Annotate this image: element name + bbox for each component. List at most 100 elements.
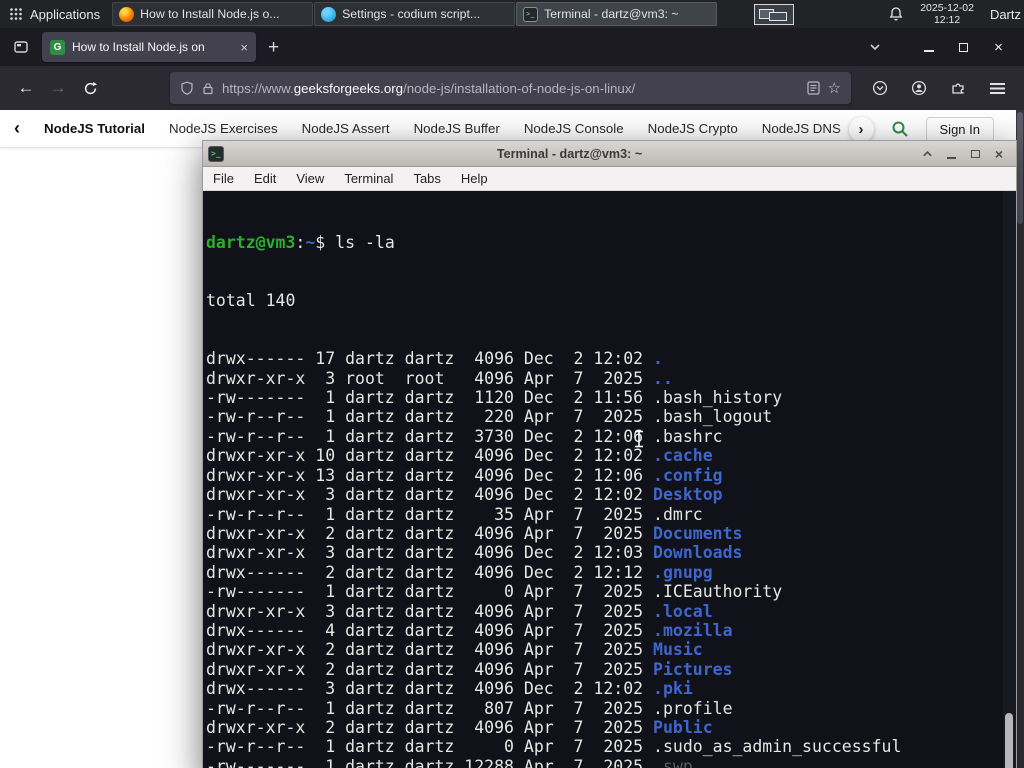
bookmark-star-icon[interactable]: ☆ bbox=[828, 79, 841, 97]
terminal-scrollbar[interactable] bbox=[1003, 191, 1016, 768]
gfg-nav-link[interactable]: NodeJS Crypto bbox=[648, 121, 738, 136]
file-meta: drwxr-xr-x 3 root root 4096 Apr 7 2025 bbox=[206, 368, 654, 388]
reload-button[interactable] bbox=[74, 73, 106, 103]
top-panel: Applications How to Install Node.js o...… bbox=[0, 0, 1024, 28]
file-name: .cache bbox=[653, 446, 713, 466]
notifications-bell-icon[interactable] bbox=[888, 6, 904, 22]
clock[interactable]: 2025-12-02 12:12 bbox=[920, 2, 974, 26]
file-row: -rw-r--r-- 1 dartz dartz 3730 Dec 2 12:0… bbox=[206, 427, 1001, 446]
clock-date: 2025-12-02 bbox=[920, 2, 974, 14]
terminal-menu-file[interactable]: File bbox=[203, 171, 244, 186]
file-meta: drwxr-xr-x 13 dartz dartz 4096 Dec 2 12:… bbox=[206, 465, 654, 485]
tab-bar: G How to Install Node.js on × + × bbox=[0, 28, 1024, 66]
back-button[interactable]: ← bbox=[10, 73, 42, 103]
terminal-close-button[interactable]: × bbox=[987, 143, 1011, 165]
file-meta: -rw------- 1 dartz dartz 0 Apr 7 2025 bbox=[206, 582, 654, 602]
nav-scroll-right-icon[interactable]: › bbox=[848, 116, 874, 142]
browser-maximize-button[interactable] bbox=[946, 34, 981, 60]
terminal-maximize-button[interactable] bbox=[963, 143, 987, 165]
file-row: -rw-r--r-- 1 dartz dartz 0 Apr 7 2025 .s… bbox=[206, 737, 1001, 756]
file-name: .swp bbox=[653, 756, 693, 768]
file-row: -rw------- 1 dartz dartz 12288 Apr 7 202… bbox=[206, 757, 1001, 768]
account-icon[interactable] bbox=[904, 73, 934, 103]
terminal-menu-terminal[interactable]: Terminal bbox=[334, 171, 403, 186]
gfg-nav-links: NodeJS Exercises NodeJS Assert NodeJS Buff… bbox=[169, 121, 897, 136]
prompt-userhost: dartz@vm3 bbox=[206, 232, 296, 252]
url-bar[interactable]: https://www.geeksforgeeks.org/node-js/in… bbox=[170, 72, 851, 104]
file-meta: drwxr-xr-x 3 dartz dartz 4096 Dec 2 12:0… bbox=[206, 485, 654, 505]
terminal-menu-view[interactable]: View bbox=[286, 171, 334, 186]
file-row: drwx------ 2 dartz dartz 4096 Dec 2 12:1… bbox=[206, 563, 1001, 582]
tab-close-icon[interactable]: × bbox=[240, 40, 248, 55]
file-row: drwxr-xr-x 2 dartz dartz 4096 Apr 7 2025… bbox=[206, 718, 1001, 737]
pocket-icon[interactable] bbox=[865, 73, 895, 103]
file-row: drwx------ 4 dartz dartz 4096 Apr 7 2025… bbox=[206, 621, 1001, 640]
file-meta: -rw------- 1 dartz dartz 12288 Apr 7 202… bbox=[206, 756, 654, 768]
browser-scrollbar[interactable] bbox=[1016, 110, 1024, 768]
listing-container: drwx------ 17 dartz dartz 4096 Dec 2 12:… bbox=[206, 349, 1001, 768]
gfg-nav-link[interactable]: NodeJS Assert bbox=[302, 121, 390, 136]
browser-tab[interactable]: G How to Install Node.js on × bbox=[42, 32, 256, 62]
gfg-nav-link[interactable]: NodeJS Buffer bbox=[414, 121, 500, 136]
file-row: drwxr-xr-x 13 dartz dartz 4096 Dec 2 12:… bbox=[206, 466, 1001, 485]
firefox-view-icon[interactable] bbox=[8, 34, 34, 60]
command-text: ls -la bbox=[335, 232, 395, 252]
file-name: .profile bbox=[653, 698, 733, 718]
file-meta: -rw-r--r-- 1 dartz dartz 35 Apr 7 2025 bbox=[206, 504, 654, 524]
terminal-minimize-button[interactable] bbox=[939, 143, 963, 165]
menu-icon[interactable] bbox=[982, 73, 1012, 103]
terminal-menu-tabs[interactable]: Tabs bbox=[403, 171, 450, 186]
new-tab-button[interactable]: + bbox=[268, 38, 279, 57]
terminal-window-title: Terminal - dartz@vm3: ~ bbox=[496, 146, 643, 161]
tracking-shield-icon[interactable] bbox=[180, 81, 194, 95]
file-meta: -rw-r--r-- 1 dartz dartz 3730 Dec 2 12:0… bbox=[206, 426, 654, 446]
sign-in-button[interactable]: Sign In bbox=[925, 116, 994, 142]
reader-mode-icon[interactable] bbox=[806, 81, 820, 95]
gfg-nav-link[interactable]: NodeJS Console bbox=[524, 121, 624, 136]
navigation-toolbar: ← → https://www.geeksforgeeks.org/node-j… bbox=[0, 66, 1024, 110]
file-name: .dmrc bbox=[653, 504, 703, 524]
list-all-tabs-icon[interactable] bbox=[869, 41, 881, 53]
file-row: drwxr-xr-x 3 dartz dartz 4096 Dec 2 12:0… bbox=[206, 485, 1001, 504]
browser-close-button[interactable]: × bbox=[981, 34, 1016, 60]
applications-menu-button[interactable]: Applications bbox=[0, 0, 112, 28]
taskbar-button[interactable]: Terminal - dartz@vm3: ~ bbox=[516, 2, 718, 26]
browser-minimize-button[interactable] bbox=[911, 34, 946, 60]
file-meta: drwx------ 3 dartz dartz 4096 Dec 2 12:0… bbox=[206, 679, 654, 699]
total-line: total 140 bbox=[206, 291, 296, 311]
file-meta: -rw-r--r-- 1 dartz dartz 220 Apr 7 2025 bbox=[206, 407, 654, 427]
file-row: drwxr-xr-x 10 dartz dartz 4096 Dec 2 12:… bbox=[206, 446, 1001, 465]
terminal-screen[interactable]: dartz@vm3:~$ ls -la total 140 drwx------… bbox=[203, 191, 1016, 768]
taskbar-button[interactable]: How to Install Node.js o... bbox=[112, 2, 314, 26]
forward-button[interactable]: → bbox=[42, 73, 74, 103]
browser-scrollbar-thumb[interactable] bbox=[1017, 112, 1023, 224]
file-meta: drwx------ 2 dartz dartz 4096 Dec 2 12:1… bbox=[206, 562, 654, 582]
lock-icon[interactable] bbox=[202, 82, 214, 95]
gfg-nav-link[interactable]: NodeJS DNS bbox=[762, 121, 841, 136]
file-row: -rw-r--r-- 1 dartz dartz 220 Apr 7 2025 … bbox=[206, 407, 1001, 426]
panel-status-area: 2025-12-02 12:12 Dartz bbox=[888, 2, 1024, 26]
terminal-titlebar[interactable]: Terminal - dartz@vm3: ~ × bbox=[203, 141, 1016, 167]
gfg-favicon: G bbox=[50, 39, 65, 55]
file-meta: -rw-r--r-- 1 dartz dartz 807 Apr 7 2025 bbox=[206, 698, 654, 718]
search-icon[interactable] bbox=[891, 120, 909, 138]
file-meta: drwxr-xr-x 2 dartz dartz 4096 Apr 7 2025 bbox=[206, 659, 654, 679]
url-text: https://www.geeksforgeeks.org/node-js/in… bbox=[222, 80, 636, 96]
gfg-nav-active-link[interactable]: NodeJS Tutorial bbox=[44, 121, 145, 136]
prompt-path: ~ bbox=[305, 232, 316, 252]
terminal-menu-help[interactable]: Help bbox=[451, 171, 498, 186]
file-meta: drwxr-xr-x 2 dartz dartz 4096 Apr 7 2025 bbox=[206, 640, 654, 660]
file-meta: drwxr-xr-x 3 dartz dartz 4096 Apr 7 2025 bbox=[206, 601, 654, 621]
file-name: Desktop bbox=[653, 485, 723, 505]
user-menu[interactable]: Dartz bbox=[990, 7, 1021, 22]
file-name: Downloads bbox=[653, 543, 743, 563]
workspace-switcher[interactable] bbox=[754, 3, 795, 25]
taskbar-button[interactable]: Settings - codium script... bbox=[314, 2, 516, 26]
terminal-shade-button[interactable] bbox=[915, 143, 939, 165]
extensions-icon[interactable] bbox=[943, 73, 973, 103]
file-name: .gnupg bbox=[653, 562, 713, 582]
terminal-menu-edit[interactable]: Edit bbox=[244, 171, 286, 186]
terminal-scrollbar-thumb[interactable] bbox=[1005, 713, 1013, 768]
nav-scroll-left-icon[interactable]: ‹ bbox=[14, 118, 20, 139]
gfg-nav-link[interactable]: NodeJS Exercises bbox=[169, 121, 278, 136]
